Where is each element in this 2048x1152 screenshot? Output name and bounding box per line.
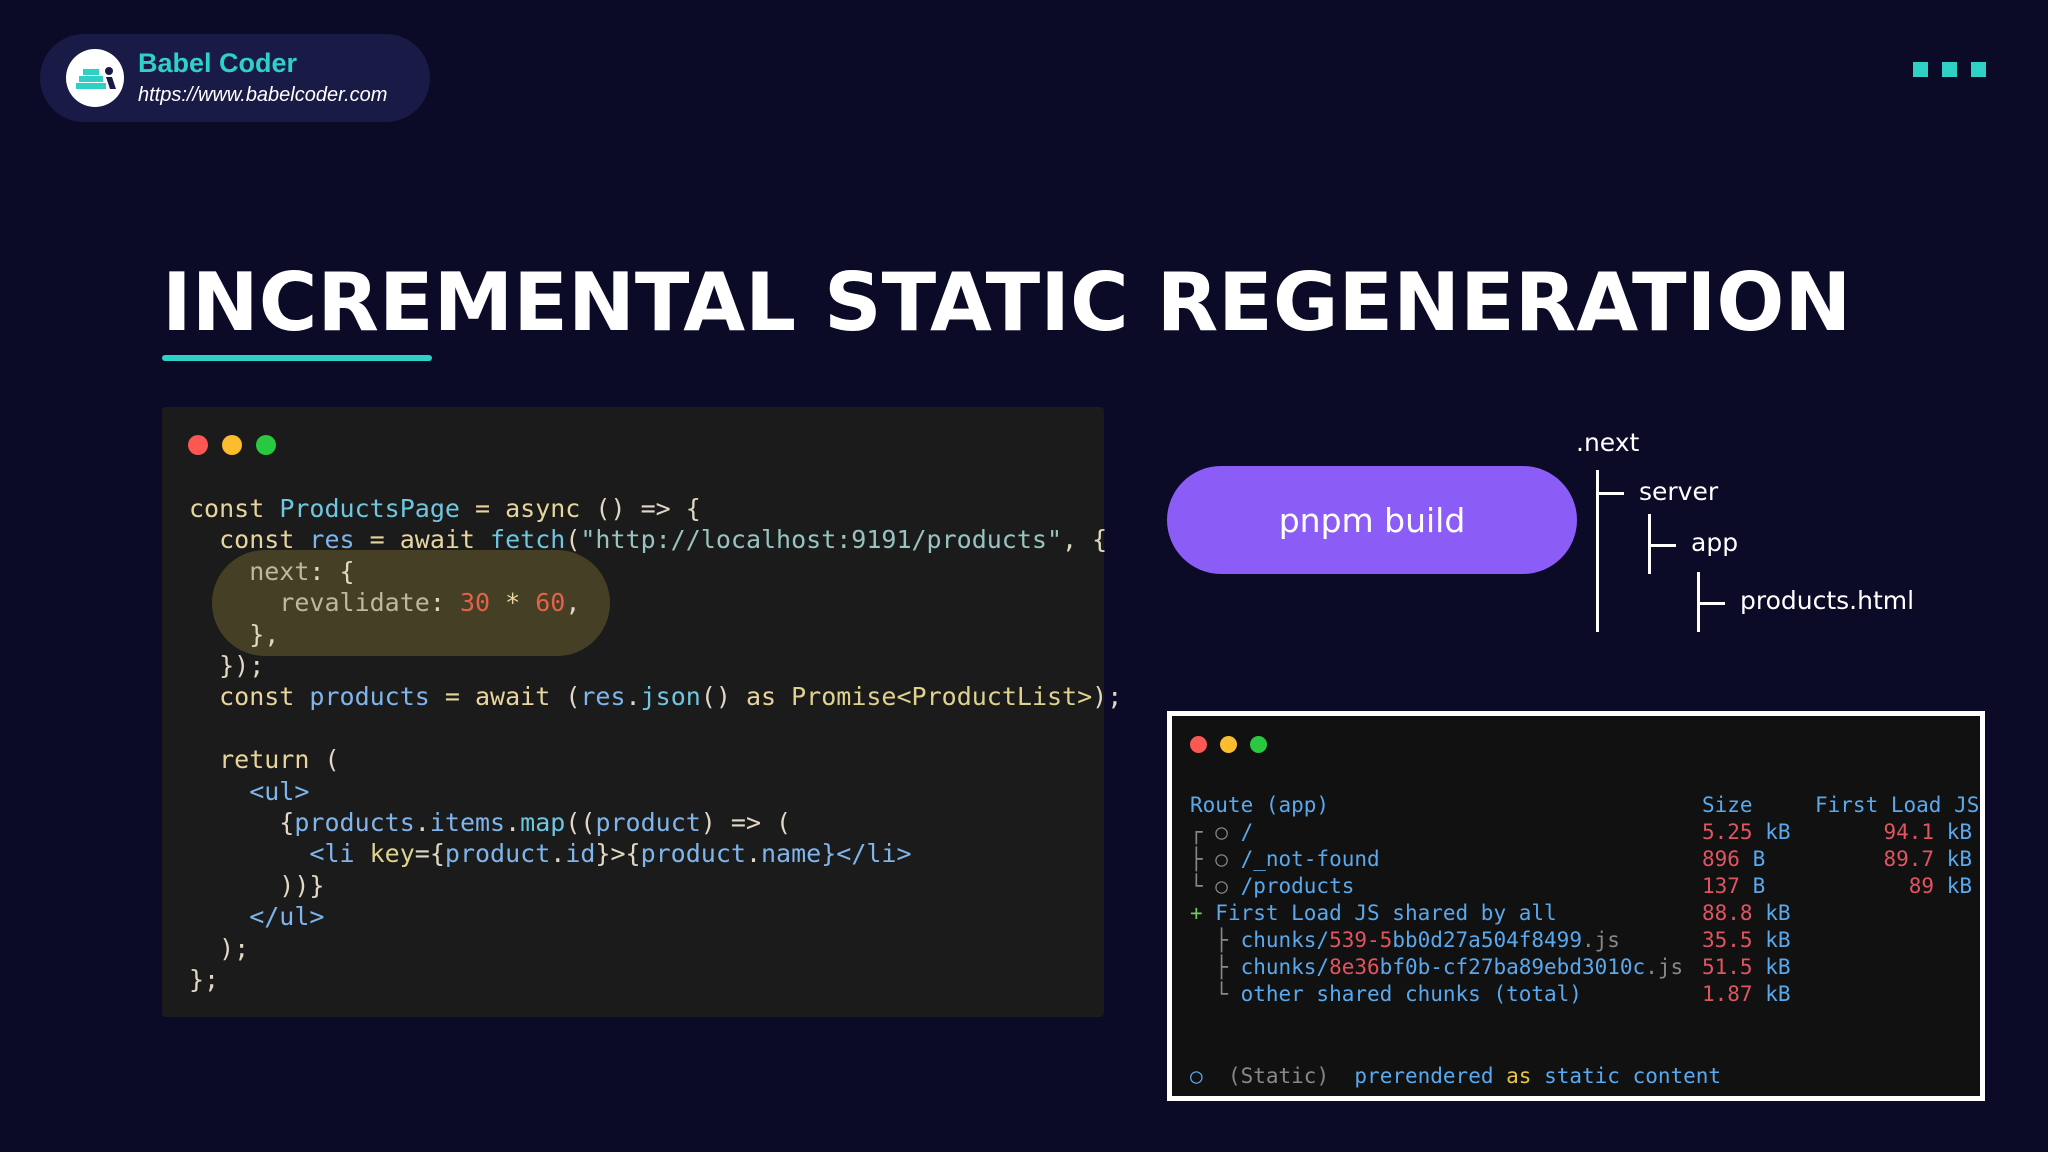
minimize-dot-icon[interactable] [222,435,242,455]
window-controls [188,435,290,459]
code-line: next: { [189,556,355,586]
tree-folder-server: server [1639,477,1719,506]
route-row: ├ ○ /_not-found [1190,847,1380,871]
terminal-header-first-load: First Load JS [1815,793,1980,817]
code-block: const ProductsPage = async () => { const… [189,493,1122,996]
tree-connector [1697,602,1725,605]
brand-name: Babel Coder [138,48,298,78]
close-dot-icon[interactable] [188,435,208,455]
window-controls [1190,736,1281,757]
route-first-load: 89 kB [1908,874,1972,898]
brand-logo-icon [66,49,124,107]
route-row: └ ○ /products [1190,874,1355,898]
code-line: revalidate: 30 * 60, [189,588,581,618]
route-row: ┌ ○ / [1190,820,1254,844]
code-line: ))} [189,870,325,900]
code-line: }; [189,965,220,995]
terminal-header-size: Size [1702,793,1753,817]
route-size: 5.25 kB [1702,820,1791,844]
static-legend: ○ (Static) prerendered as static content [1190,1064,1722,1088]
chunk-size: 51.5 kB [1702,955,1791,979]
code-line: ); [189,933,250,963]
chunk-size: 35.5 kB [1702,928,1791,952]
code-line: {products.items.map((product) => ( [189,808,792,838]
menu-dots-icon[interactable] [1913,62,2000,81]
slide-title: INCREMENTAL STATIC REGENERATION [162,256,1852,349]
code-line: const res = await fetch("http://localhos… [189,525,1108,555]
brand-url[interactable]: https://www.babelcoder.com [138,84,387,107]
chunk-row: ├ chunks/8e36bf0b-cf27ba89ebd3010c.js [1190,955,1684,979]
tree-connector [1596,492,1624,495]
shared-js-size: 88.8 kB [1702,901,1791,925]
terminal-header-route: Route (app) [1190,793,1330,817]
tree-root-next: .next [1576,428,1640,457]
code-line: </ul> [189,902,325,932]
chunk-size: 1.87 kB [1702,982,1791,1006]
pnpm-build-button[interactable]: pnpm build [1167,466,1577,574]
maximize-dot-icon[interactable] [1250,736,1267,753]
brand-badge[interactable]: Babel Coder https://www.babelcoder.com [40,34,430,122]
shared-js-row: + First Load JS shared by all [1190,901,1557,925]
route-size: 896 B [1702,847,1766,871]
code-line: <ul> [189,776,310,806]
code-line: const products = await (res.json() as Pr… [189,682,1123,712]
build-output-terminal: Route (app) Size First Load JS ┌ ○ / 5.2… [1167,711,1985,1101]
minimize-dot-icon[interactable] [1220,736,1237,753]
route-size: 137 B [1702,874,1766,898]
maximize-dot-icon[interactable] [256,435,276,455]
close-dot-icon[interactable] [1190,736,1207,753]
code-line: }); [189,651,265,681]
code-line: return ( [189,745,340,775]
route-first-load: 89.7 kB [1883,847,1972,871]
route-first-load: 94.1 kB [1883,820,1972,844]
tree-file-products-html: products.html [1740,586,1915,615]
chunk-row: ├ chunks/539-5bb0d27a504f8499.js [1190,928,1620,952]
code-line: const ProductsPage = async () => { [189,494,701,523]
tree-connector [1648,544,1676,547]
chunk-row: └ other shared chunks (total) [1190,982,1582,1006]
title-underline [162,355,432,361]
code-line: }, [189,619,280,649]
tree-folder-app: app [1691,528,1739,557]
code-line: <li key={product.id}>{product.name}</li> [189,839,912,869]
